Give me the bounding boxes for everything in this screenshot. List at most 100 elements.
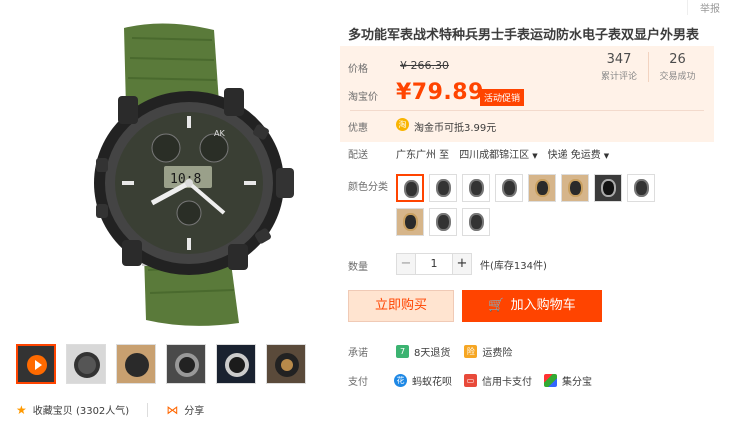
color-label: 颜色分类 xyxy=(348,182,388,193)
promise-row: 承诺 7 8天退货 险运费险 xyxy=(348,344,512,359)
chevron-down-icon: ▼ xyxy=(532,152,538,160)
watch-thumb-icon xyxy=(469,213,484,231)
jifenbao-icon xyxy=(544,374,557,387)
watch-thumb-icon xyxy=(403,213,418,231)
main-product-image[interactable]: 10:8 AK xyxy=(14,8,314,330)
shipping-row: 配送 广东广州 至 四川成都锦江区 ▼ 快递 免运费 ▼ xyxy=(348,146,609,161)
watch-thumb-icon xyxy=(436,179,451,197)
watch-thumb-icon xyxy=(175,353,199,377)
ship-to-text: 四川成都锦江区 xyxy=(459,150,530,161)
payment-text: 信用卡支付 xyxy=(482,377,532,388)
color-option[interactable] xyxy=(429,208,457,236)
play-icon xyxy=(27,355,47,375)
cart-icon: 🛒 xyxy=(488,298,505,313)
sales-stats: 347 累计评论 26 交易成功 xyxy=(590,52,706,82)
stat-label: 累计评论 xyxy=(600,72,637,82)
watch-thumb-icon xyxy=(225,353,249,377)
favorite-button[interactable]: ★ 收藏宝贝 (3302人气) xyxy=(16,402,130,418)
payment-item[interactable]: 花蚂蚁花呗 xyxy=(394,373,452,388)
payment-text: 集分宝 xyxy=(562,377,592,388)
watch-thumb-icon xyxy=(568,179,583,197)
insurance-icon: 险 xyxy=(464,345,478,358)
watch-thumb-icon xyxy=(436,213,451,231)
color-option[interactable] xyxy=(396,208,424,236)
thumbnail-image[interactable] xyxy=(66,344,106,384)
return-icon: 7 xyxy=(396,345,409,358)
thumbnail-video[interactable] xyxy=(16,344,56,384)
stat-number: 347 xyxy=(606,52,632,67)
coin-icon: 淘 xyxy=(396,118,409,131)
watch-thumb-icon xyxy=(469,179,484,197)
payment-label: 支付 xyxy=(348,377,368,388)
report-link[interactable]: 举报 xyxy=(687,0,720,15)
color-option[interactable] xyxy=(396,174,424,202)
color-option[interactable] xyxy=(594,174,622,202)
watch-image: 10:8 AK xyxy=(94,23,294,326)
thumbnail-image[interactable] xyxy=(166,344,206,384)
buy-now-button[interactable]: 立即购买 xyxy=(348,290,454,322)
color-option[interactable] xyxy=(495,174,523,202)
quantity-input[interactable]: 1 xyxy=(416,253,452,275)
shipping-label: 配送 xyxy=(348,150,368,161)
cart-button-label: 加入购物车 xyxy=(510,298,576,313)
promo-price-label: 淘宝价 xyxy=(348,92,378,103)
favorite-label: 收藏宝贝 (3302人气) xyxy=(32,406,130,417)
color-option[interactable] xyxy=(561,174,589,202)
divider xyxy=(147,402,149,417)
huabei-icon: 花 xyxy=(394,374,407,387)
quantity-label: 数量 xyxy=(348,262,368,273)
stat-label: 交易成功 xyxy=(659,72,696,82)
discount-label: 优惠 xyxy=(348,123,368,134)
price-label: 价格 xyxy=(348,64,368,75)
promise-text: 运费险 xyxy=(482,348,513,359)
watch-brand-text: AK xyxy=(214,129,225,138)
stat-reviews[interactable]: 347 累计评论 xyxy=(590,52,648,82)
coin-discount-text: 淘金币可抵3.99元 xyxy=(414,123,497,134)
payment-item[interactable]: 集分宝 xyxy=(544,373,592,388)
share-icon: ⋈ xyxy=(166,402,179,417)
decrease-button[interactable]: − xyxy=(396,253,416,275)
thumbnail-image[interactable] xyxy=(216,344,256,384)
payment-item[interactable]: ▭ 信用卡支付 xyxy=(464,373,532,388)
watch-thumb-icon xyxy=(275,353,299,377)
color-swatches xyxy=(396,174,686,236)
promo-price: ¥79.89 xyxy=(396,80,484,105)
ship-method-text: 快递 免运费 xyxy=(547,150,601,161)
watch-thumb-icon xyxy=(404,180,419,198)
stat-transactions: 26 交易成功 xyxy=(648,52,706,82)
original-price: ¥ 266.30 xyxy=(400,59,449,72)
thumbnail-image[interactable] xyxy=(116,344,156,384)
ship-to-select[interactable]: 四川成都锦江区 ▼ xyxy=(459,146,537,161)
promise-text: 8天退货 xyxy=(414,348,451,359)
payment-row: 支付 花蚂蚁花呗 ▭ 信用卡支付 集分宝 xyxy=(348,373,592,388)
stat-number: 26 xyxy=(669,52,686,67)
thumbnail-image[interactable] xyxy=(266,344,306,384)
color-option[interactable] xyxy=(462,174,490,202)
watch-thumb-icon xyxy=(535,179,550,197)
chevron-down-icon: ▼ xyxy=(603,152,610,160)
share-label: 分享 xyxy=(184,406,205,417)
promise-item[interactable]: 险运费险 xyxy=(464,344,512,359)
promo-tag[interactable]: 活动促销 xyxy=(480,89,525,106)
star-icon: ★ xyxy=(16,402,27,417)
color-option[interactable] xyxy=(429,174,457,202)
color-option[interactable] xyxy=(528,174,556,202)
share-button[interactable]: ⋈ 分享 xyxy=(166,402,205,418)
watch-thumb-icon xyxy=(74,352,100,378)
thumbnail-strip xyxy=(16,344,306,384)
color-option[interactable] xyxy=(627,174,655,202)
watch-thumb-icon xyxy=(502,179,517,197)
quantity-stepper: − 1 + 件(库存134件) xyxy=(396,253,547,275)
promise-label: 承诺 xyxy=(348,348,368,359)
price-box: 价格 ¥ 266.30 淘宝价 ¥79.89 活动促销 347 累计评论 26 … xyxy=(340,46,714,142)
add-to-cart-button[interactable]: 🛒 加入购物车 xyxy=(462,290,602,322)
promise-item[interactable]: 7 8天退货 xyxy=(396,344,450,359)
watch-thumb-icon xyxy=(634,179,649,197)
product-title: 多功能军表战术特种兵男士手表运动防水电子表双显户外男表 xyxy=(348,28,700,43)
increase-button[interactable]: + xyxy=(452,253,472,275)
payment-text: 蚂蚁花呗 xyxy=(412,377,452,388)
watch-thumb-icon xyxy=(125,353,149,377)
color-option[interactable] xyxy=(462,208,490,236)
bottom-actions: ★ 收藏宝贝 (3302人气) ⋈ 分享 xyxy=(16,402,204,417)
ship-method-select[interactable]: 快递 免运费 ▼ xyxy=(548,146,610,161)
